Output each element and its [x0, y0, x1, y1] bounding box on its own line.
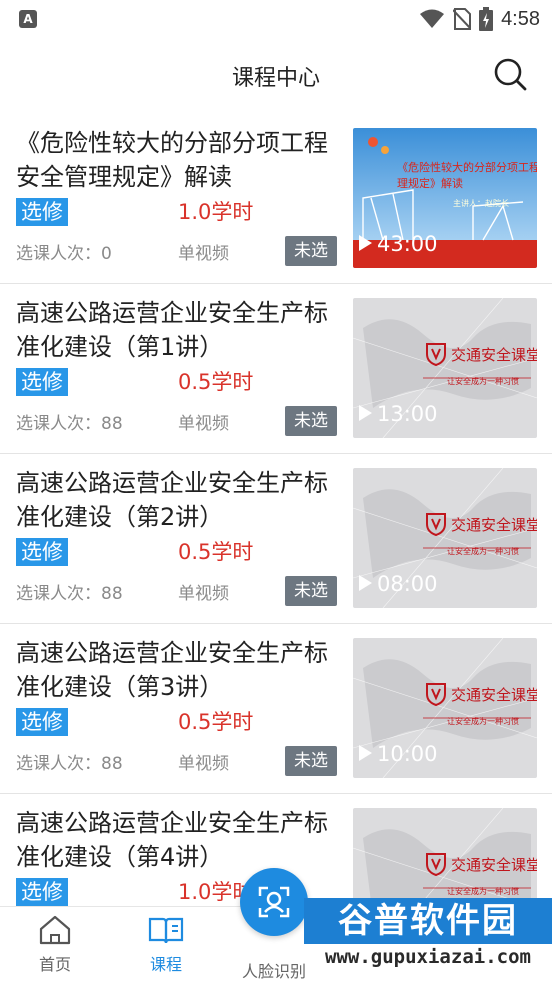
- course-thumbnail[interactable]: 交通安全课堂 让安全成为一种习惯 10:00: [353, 638, 537, 778]
- brand-slogan: 让安全成为一种习惯: [447, 377, 519, 386]
- shield-icon: [426, 513, 446, 536]
- status-bar: A 4:58: [0, 0, 552, 38]
- thumbnail-caption: 《危险性较大的分部分项工程管理规定》解读: [397, 161, 537, 190]
- selection-status-badge[interactable]: 未选: [285, 576, 337, 606]
- brand-name: 交通安全课堂: [451, 856, 537, 874]
- search-icon[interactable]: [492, 56, 528, 92]
- video-duration: 08:00: [377, 572, 438, 596]
- course-title: 高速公路运营企业安全生产标准化建设（第4讲）: [16, 809, 328, 871]
- video-duration: 10:00: [377, 742, 438, 766]
- play-icon: [359, 235, 372, 251]
- enroll-count: 选课人次：88: [16, 584, 123, 604]
- nav-item-home[interactable]: 首页: [15, 915, 95, 975]
- enroll-count: 选课人次：88: [16, 414, 123, 434]
- watermark: 谷普软件园 www.gupuxiazai.com: [304, 898, 552, 983]
- course-title: 高速公路运营企业安全生产标准化建设（第2讲）: [16, 469, 328, 531]
- course-item[interactable]: 高速公路运营企业安全生产标准化建设（第3讲） 选修 0.5学时 选课人次：88 …: [0, 624, 552, 794]
- course-thumbnail[interactable]: 交通安全课堂 让安全成为一种习惯 13:00: [353, 298, 537, 438]
- course-title: 高速公路运营企业安全生产标准化建设（第1讲）: [16, 299, 328, 361]
- selection-status-badge[interactable]: 未选: [285, 406, 337, 436]
- selection-status-badge[interactable]: 未选: [285, 746, 337, 776]
- elective-badge: 选修: [16, 708, 68, 736]
- no-sim-icon: [453, 8, 472, 30]
- enroll-count: 选课人次：0: [16, 244, 112, 264]
- play-icon: [359, 745, 372, 761]
- page-title: 课程中心: [231, 66, 320, 91]
- course-thumbnail[interactable]: 交通安全课堂 让安全成为一种习惯 08:00: [353, 468, 537, 608]
- course-title: 高速公路运营企业安全生产标准化建设（第3讲）: [16, 639, 328, 701]
- status-indicators: 4:58: [419, 6, 540, 32]
- brand-slogan: 让安全成为一种习惯: [447, 887, 519, 896]
- brand-name: 交通安全课堂: [451, 686, 537, 704]
- brand-name: 交通安全课堂: [451, 516, 537, 534]
- watermark-title: 谷普软件园: [304, 898, 552, 944]
- app-header: 课程中心: [0, 38, 552, 114]
- elective-badge: 选修: [16, 198, 68, 226]
- shield-icon: [426, 343, 446, 366]
- course-thumbnail[interactable]: 《危险性较大的分部分项工程管理规定》解读 主讲人：赵院长 43:00: [353, 128, 537, 268]
- nav-label-course: 课程: [149, 955, 182, 974]
- face-recognition-button[interactable]: [240, 868, 308, 936]
- course-hours: 0.5学时: [178, 710, 254, 734]
- elective-badge: 选修: [16, 878, 68, 906]
- video-duration: 13:00: [377, 402, 438, 426]
- app-notification-icon: A: [19, 10, 37, 28]
- nav-item-course[interactable]: 课程: [126, 915, 206, 975]
- elective-badge: 选修: [16, 368, 68, 396]
- play-icon: [359, 575, 372, 591]
- nav-label-face: 人脸识别: [242, 962, 307, 981]
- course-hours: 1.0学时: [178, 200, 254, 224]
- clock: 4:58: [501, 7, 540, 30]
- elective-badge: 选修: [16, 538, 68, 566]
- course-hours: 0.5学时: [178, 540, 254, 564]
- shield-icon: [426, 853, 446, 876]
- enroll-count: 选课人次：88: [16, 754, 123, 774]
- watermark-url: www.gupuxiazai.com: [325, 946, 531, 968]
- selection-status-badge[interactable]: 未选: [285, 236, 337, 266]
- video-type: 单视频: [178, 754, 229, 774]
- thumbnail-presenter: 主讲人：赵院长: [453, 199, 509, 208]
- brand-name: 交通安全课堂: [451, 346, 537, 364]
- wifi-icon: [420, 9, 445, 28]
- battery-charging-icon: [479, 7, 494, 31]
- video-type: 单视频: [178, 584, 229, 604]
- video-type: 单视频: [178, 244, 229, 264]
- course-title: 《危险性较大的分部分项工程安全管理规定》解读: [16, 129, 328, 191]
- course-item[interactable]: 高速公路运营企业安全生产标准化建设（第2讲） 选修 0.5学时 选课人次：88 …: [0, 454, 552, 624]
- video-duration: 43:00: [377, 232, 438, 256]
- book-icon: [148, 917, 184, 944]
- play-icon: [359, 405, 372, 421]
- course-list: 《危险性较大的分部分项工程安全管理规定》解读 选修 1.0学时 选课人次：0 单…: [0, 114, 552, 964]
- face-scan-icon: [258, 886, 290, 918]
- brand-slogan: 让安全成为一种习惯: [447, 547, 519, 556]
- brand-slogan: 让安全成为一种习惯: [447, 717, 519, 726]
- nav-label-home: 首页: [38, 955, 71, 974]
- shield-icon: [426, 683, 446, 706]
- course-hours: 0.5学时: [178, 370, 254, 394]
- video-type: 单视频: [178, 414, 229, 434]
- course-item[interactable]: 高速公路运营企业安全生产标准化建设（第1讲） 选修 0.5学时 选课人次：88 …: [0, 284, 552, 454]
- home-icon: [39, 915, 71, 945]
- course-item[interactable]: 《危险性较大的分部分项工程安全管理规定》解读 选修 1.0学时 选课人次：0 单…: [0, 114, 552, 284]
